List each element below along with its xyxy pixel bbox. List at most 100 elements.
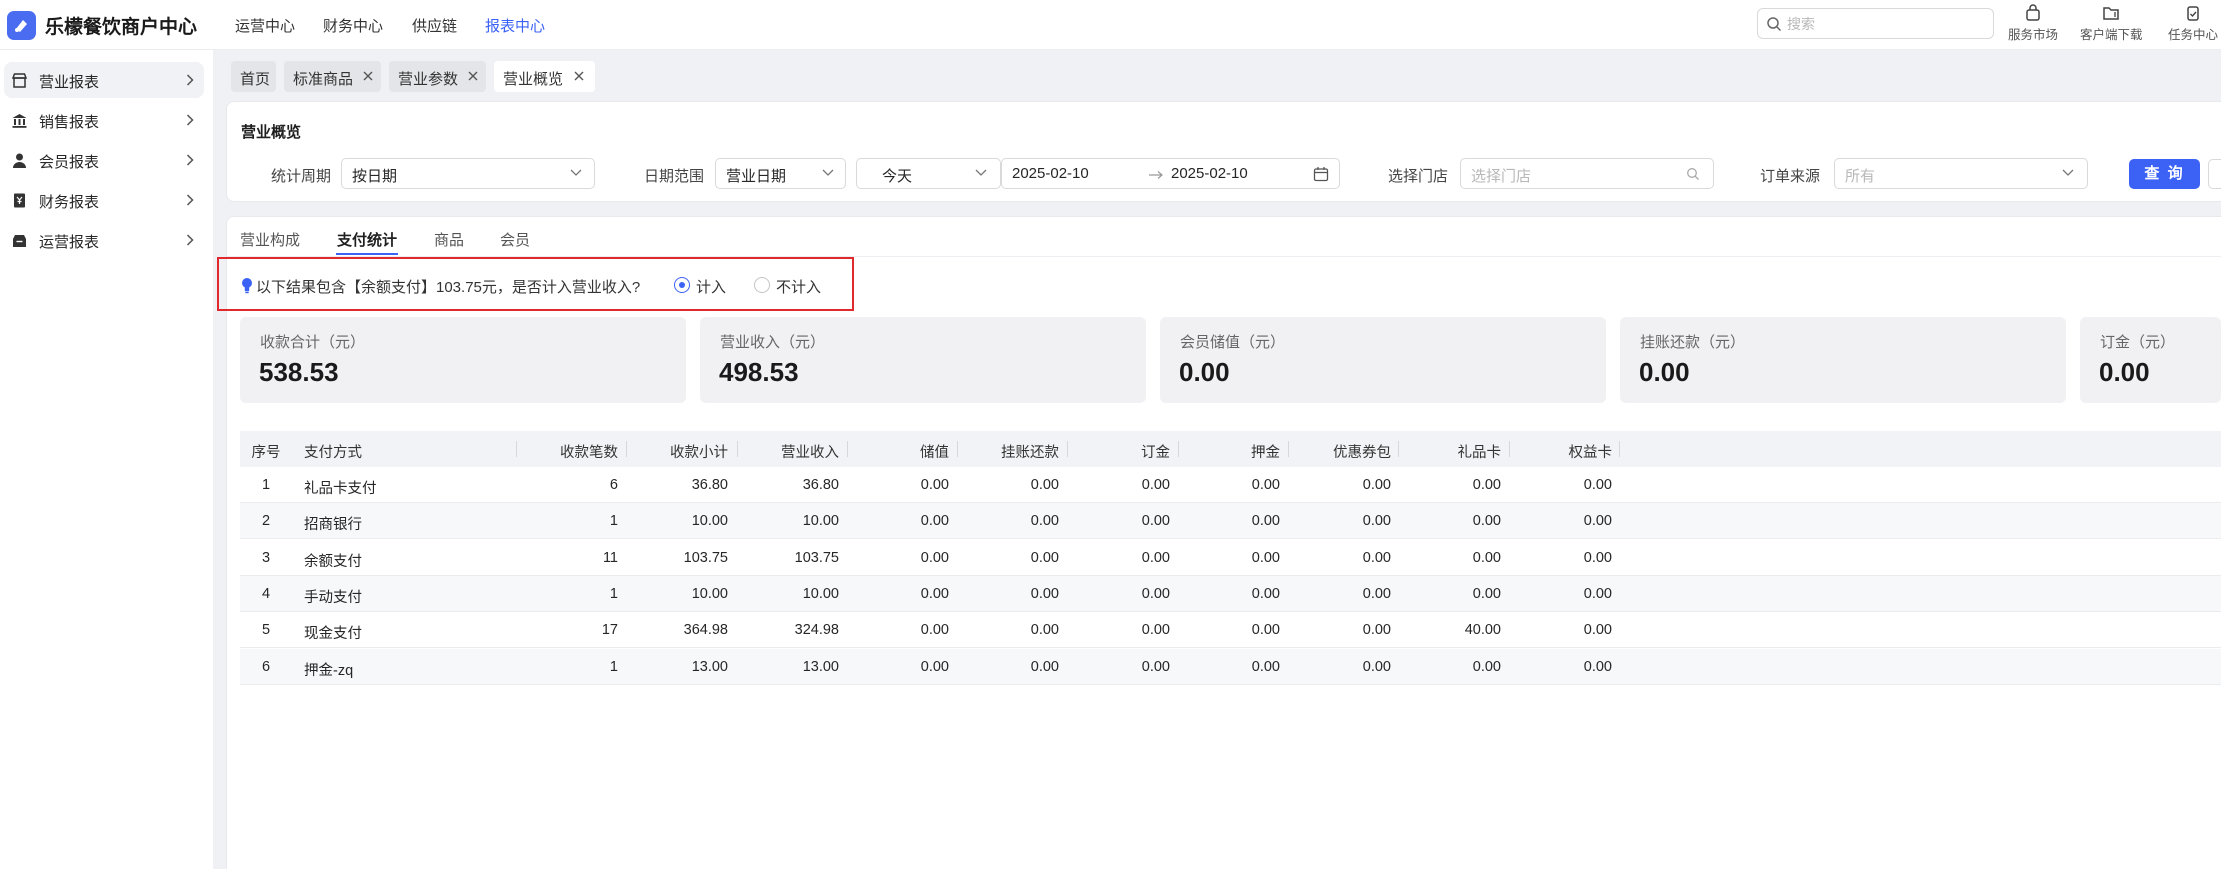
stat-label: 营业收入（元） [720,334,826,351]
tab-payment-stats[interactable]: 支付统计 [337,229,397,250]
sidebar-item-business-reports[interactable]: 营业报表 [4,62,204,98]
tab-standard-products[interactable]: 标准商品 [284,61,381,92]
column-separator[interactable] [626,441,627,457]
date-type-select[interactable]: 营业日期 [715,158,846,189]
tab-members[interactable]: 会员 [500,229,530,250]
app-name: 乐檬餐饮商户中心 [45,17,198,38]
tool-label: 服务市场 [2008,28,2059,42]
active-tab-indicator [336,253,398,255]
chevron-right-icon [186,74,194,86]
store-placeholder: 选择门店 [1471,168,1532,185]
page-title: 营业概览 [241,124,302,141]
end-date-input[interactable] [1171,164,1291,183]
search-icon [1687,168,1699,180]
table-cell: 36.80 [691,477,728,493]
table-cell: 0.00 [1251,585,1280,602]
period-select[interactable]: 按日期 [341,158,595,189]
column-separator[interactable] [1288,441,1289,457]
column-separator[interactable] [1067,441,1068,457]
tool-service-market[interactable]: 服务市场 [2008,4,2058,43]
table-cell: 10.00 [802,513,839,530]
table-cell: 0.00 [1251,658,1280,675]
chevron-right-icon [186,234,194,246]
table-cell: 0.00 [1362,658,1391,675]
sidebar-item-member-reports[interactable]: 会员报表 [4,142,204,178]
app-logo[interactable] [7,11,36,40]
table-cell: 1 [609,585,618,602]
table-cell: 0.00 [1141,549,1170,566]
tab-business-params[interactable]: 营业参数 [389,61,486,92]
sidebar-item-sales-reports[interactable]: 销售报表 [4,102,204,138]
tool-label: 任务中心 [2168,28,2219,42]
reset-button[interactable] [2208,159,2221,189]
column-separator[interactable] [1509,441,1510,457]
table-cell: 手动支付 [304,589,362,606]
close-icon[interactable] [363,71,373,81]
top-bar: 乐檬餐饮商户中心 运营中心 财务中心 供应链 报表中心 服务市场 客户端下载 任… [0,0,2221,50]
period-value: 按日期 [352,168,398,185]
table-cell: 0.00 [1251,549,1280,566]
search-input[interactable] [1787,14,1982,33]
table-cell: 10.00 [691,585,728,602]
table-cell: 6 [609,477,618,493]
stat-value: 538.53 [259,357,339,387]
table-cell: 13.00 [802,658,839,675]
close-icon[interactable] [468,71,478,81]
sidebar-item-finance-reports[interactable]: 财务报表 [4,182,204,218]
radio-dot-selected [674,277,690,293]
table-cell: 0.00 [920,513,949,530]
column-separator[interactable] [957,441,958,457]
stat-label: 订金（元） [2100,334,2176,351]
column-separator[interactable] [1178,441,1179,457]
tab-home[interactable]: 首页 [231,61,276,92]
tab-business-overview[interactable]: 营业概览 [494,61,595,92]
tool-client-download[interactable]: 客户端下载 [2080,4,2143,43]
column-separator[interactable] [737,441,738,457]
stat-card-deposit: 订金（元） 0.00 [2080,317,2221,403]
order-source-select[interactable]: 所有 [1834,158,2088,189]
column-separator[interactable] [847,441,848,457]
quick-range-select[interactable]: 今天 [856,158,1001,189]
column-separator[interactable] [516,441,517,457]
topnav-supply-chain[interactable]: 供应链 [412,15,457,36]
date-range-picker[interactable] [1001,158,1340,189]
sidebar-item-operations-reports[interactable]: 运营报表 [4,222,204,258]
query-button[interactable]: 查 询 [2129,159,2200,189]
column-separator[interactable] [1619,441,1620,457]
shop-icon [11,73,28,88]
table-cell: 364.98 [683,622,728,639]
topnav-operations[interactable]: 运营中心 [235,15,295,36]
table-cell: 0.00 [1472,513,1501,530]
table-cell: 0.00 [1030,477,1059,493]
chevron-down-icon [822,169,834,176]
store-select[interactable]: 选择门店 [1460,158,1714,189]
table-cell: 324.98 [794,622,839,639]
table-cell: 0.00 [1141,513,1170,530]
topnav-finance[interactable]: 财务中心 [323,15,383,36]
start-date-input[interactable] [1012,164,1132,183]
table-cell: 5 [261,622,271,639]
table-cell: 0.00 [1362,549,1391,566]
period-label: 统计周期 [271,168,332,185]
topnav-reports[interactable]: 报表中心 [485,15,545,36]
column-separator[interactable] [1398,441,1399,457]
user-icon [13,153,26,168]
tab-business-composition[interactable]: 营业构成 [240,229,300,250]
stat-label: 收款合计（元） [260,334,366,351]
tool-task-center[interactable]: 任务中心 [2168,4,2218,43]
table-cell: 17 [601,622,618,639]
table-cell: 0.00 [1362,585,1391,602]
table-cell: 3 [261,549,271,566]
sidebar-item-label: 运营报表 [39,234,100,251]
table-cell: 0.00 [1472,477,1501,493]
table-cell: 0.00 [1362,477,1391,493]
bank-icon [12,114,27,128]
close-icon[interactable] [574,71,584,81]
global-search[interactable] [1757,8,1994,39]
table-cell: 1 [261,477,271,493]
tab-label: 营业概览 [503,71,564,88]
calendar-icon[interactable] [1313,166,1329,182]
tool-label: 客户端下载 [2080,28,2143,42]
tab-products[interactable]: 商品 [434,229,464,250]
column-header: 优惠券包 [1333,445,1391,461]
